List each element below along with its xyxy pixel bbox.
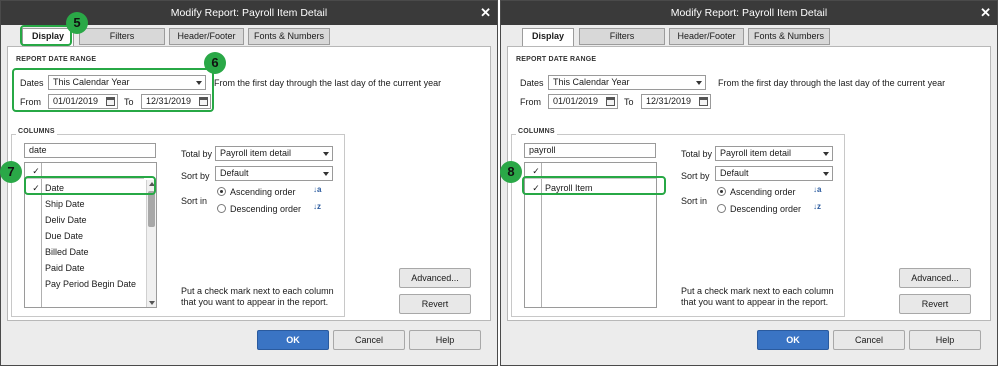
sort-by-dropdown[interactable]: Default bbox=[215, 166, 333, 181]
date-range-highlight bbox=[12, 68, 214, 112]
payroll-item-row-highlight bbox=[522, 176, 666, 195]
chevron-down-icon bbox=[323, 152, 329, 156]
advanced-button[interactable]: Advanced... bbox=[899, 268, 971, 288]
report-date-range-heading: REPORT DATE RANGE bbox=[16, 56, 97, 63]
cancel-button[interactable]: Cancel bbox=[833, 330, 905, 350]
step-badge-7: 7 bbox=[0, 161, 22, 183]
list-item-label: Deliv Date bbox=[45, 215, 87, 225]
from-label: From bbox=[520, 97, 541, 107]
step-badge-8: 8 bbox=[500, 161, 522, 183]
list-item-label: Billed Date bbox=[45, 247, 89, 257]
sort-by-label: Sort by bbox=[181, 171, 210, 181]
calendar-icon[interactable] bbox=[606, 97, 615, 106]
close-icon[interactable]: ✕ bbox=[480, 1, 491, 25]
ascending-radio[interactable] bbox=[217, 187, 226, 196]
list-item-label: Ship Date bbox=[45, 199, 85, 209]
date-row-highlight bbox=[24, 176, 156, 195]
ascending-label: Ascending order bbox=[230, 187, 296, 197]
help-button[interactable]: Help bbox=[909, 330, 981, 350]
tab-filters[interactable]: Filters bbox=[79, 28, 165, 45]
chevron-down-icon bbox=[823, 172, 829, 176]
dialog-title: Modify Report: Payroll Item Detail bbox=[670, 7, 828, 19]
column-search-input[interactable]: payroll bbox=[524, 143, 656, 158]
to-date-value: 12/31/2019 bbox=[646, 96, 692, 106]
dates-label: Dates bbox=[520, 78, 544, 88]
display-tab-highlight bbox=[20, 25, 72, 46]
scroll-down-icon[interactable] bbox=[149, 301, 155, 305]
ascending-label: Ascending order bbox=[730, 187, 796, 197]
revert-button[interactable]: Revert bbox=[899, 294, 971, 314]
sort-by-value: Default bbox=[220, 168, 249, 178]
tab-header-footer[interactable]: Header/Footer bbox=[169, 28, 244, 45]
list-item-label: Due Date bbox=[45, 231, 84, 241]
total-by-dropdown[interactable]: Payroll item detail bbox=[715, 146, 833, 161]
sort-ascending-icon: ↓a bbox=[813, 185, 822, 194]
chevron-down-icon bbox=[323, 172, 329, 176]
dates-description: From the first day through the last day … bbox=[718, 78, 946, 88]
advanced-button[interactable]: Advanced... bbox=[399, 268, 471, 288]
column-search-value: date bbox=[29, 145, 47, 155]
sort-ascending-icon: ↓a bbox=[313, 185, 322, 194]
tab-fonts-numbers[interactable]: Fonts & Numbers bbox=[748, 28, 830, 45]
list-scrollbar[interactable] bbox=[146, 180, 156, 307]
list-item[interactable]: Paid Date bbox=[25, 260, 144, 276]
list-item[interactable]: Ship Date bbox=[25, 196, 144, 212]
tab-filters[interactable]: Filters bbox=[579, 28, 665, 45]
ok-button[interactable]: OK bbox=[257, 330, 329, 350]
list-item[interactable]: Due Date bbox=[25, 228, 144, 244]
sort-in-label: Sort in bbox=[681, 196, 708, 206]
ok-button[interactable]: OK bbox=[757, 330, 829, 350]
revert-button[interactable]: Revert bbox=[399, 294, 471, 314]
columns-heading: COLUMNS bbox=[516, 128, 557, 135]
sort-by-value: Default bbox=[720, 168, 749, 178]
scroll-thumb[interactable] bbox=[148, 191, 155, 227]
dialog-title: Modify Report: Payroll Item Detail bbox=[170, 7, 328, 19]
sort-in-label: Sort in bbox=[181, 196, 208, 206]
descending-radio[interactable] bbox=[217, 204, 226, 213]
list-item-label: Pay Period Begin Date bbox=[45, 279, 137, 289]
tab-display[interactable]: Display bbox=[522, 28, 574, 47]
help-button[interactable]: Help bbox=[409, 330, 481, 350]
column-search-value: payroll bbox=[529, 145, 556, 155]
list-item[interactable]: Pay Period Begin Date bbox=[25, 276, 144, 292]
total-by-value: Payroll item detail bbox=[720, 148, 792, 158]
descending-label: Descending order bbox=[730, 204, 802, 214]
column-search-input[interactable]: date bbox=[24, 143, 156, 158]
instruction-text: Put a check mark next to each column tha… bbox=[181, 286, 334, 307]
to-label: To bbox=[624, 97, 634, 107]
step-badge-6: 6 bbox=[204, 52, 226, 74]
list-item-label: Paid Date bbox=[45, 263, 85, 273]
chevron-down-icon bbox=[696, 81, 702, 85]
list-item[interactable]: Deliv Date bbox=[25, 212, 144, 228]
to-date-field[interactable]: 12/31/2019 bbox=[641, 94, 711, 109]
dates-description: From the first day through the last day … bbox=[214, 78, 442, 88]
list-item[interactable]: Billed Date bbox=[25, 244, 144, 260]
dates-dropdown[interactable]: This Calendar Year bbox=[548, 75, 706, 90]
from-date-value: 01/01/2019 bbox=[553, 96, 599, 106]
total-by-value: Payroll item detail bbox=[220, 148, 292, 158]
ascending-radio[interactable] bbox=[717, 187, 726, 196]
sort-by-dropdown[interactable]: Default bbox=[715, 166, 833, 181]
sort-by-label: Sort by bbox=[681, 171, 710, 181]
instruction-text: Put a check mark next to each column tha… bbox=[681, 286, 834, 307]
total-by-label: Total by bbox=[181, 149, 213, 159]
descending-label: Descending order bbox=[230, 204, 302, 214]
step-badge-5: 5 bbox=[66, 12, 88, 34]
total-by-dropdown[interactable]: Payroll item detail bbox=[215, 146, 333, 161]
sort-descending-icon: ↓z bbox=[813, 202, 821, 211]
from-date-field[interactable]: 01/01/2019 bbox=[548, 94, 618, 109]
report-date-range-heading: REPORT DATE RANGE bbox=[516, 56, 597, 63]
dialog-titlebar: Modify Report: Payroll Item Detail ✕ bbox=[501, 1, 997, 25]
calendar-icon[interactable] bbox=[699, 97, 708, 106]
dates-value: This Calendar Year bbox=[553, 77, 630, 87]
chevron-down-icon bbox=[823, 152, 829, 156]
close-icon[interactable]: ✕ bbox=[980, 1, 991, 25]
columns-heading: COLUMNS bbox=[16, 128, 57, 135]
sort-descending-icon: ↓z bbox=[313, 202, 321, 211]
tab-fonts-numbers[interactable]: Fonts & Numbers bbox=[248, 28, 330, 45]
descending-radio[interactable] bbox=[717, 204, 726, 213]
total-by-label: Total by bbox=[681, 149, 713, 159]
cancel-button[interactable]: Cancel bbox=[333, 330, 405, 350]
tab-header-footer[interactable]: Header/Footer bbox=[669, 28, 744, 45]
